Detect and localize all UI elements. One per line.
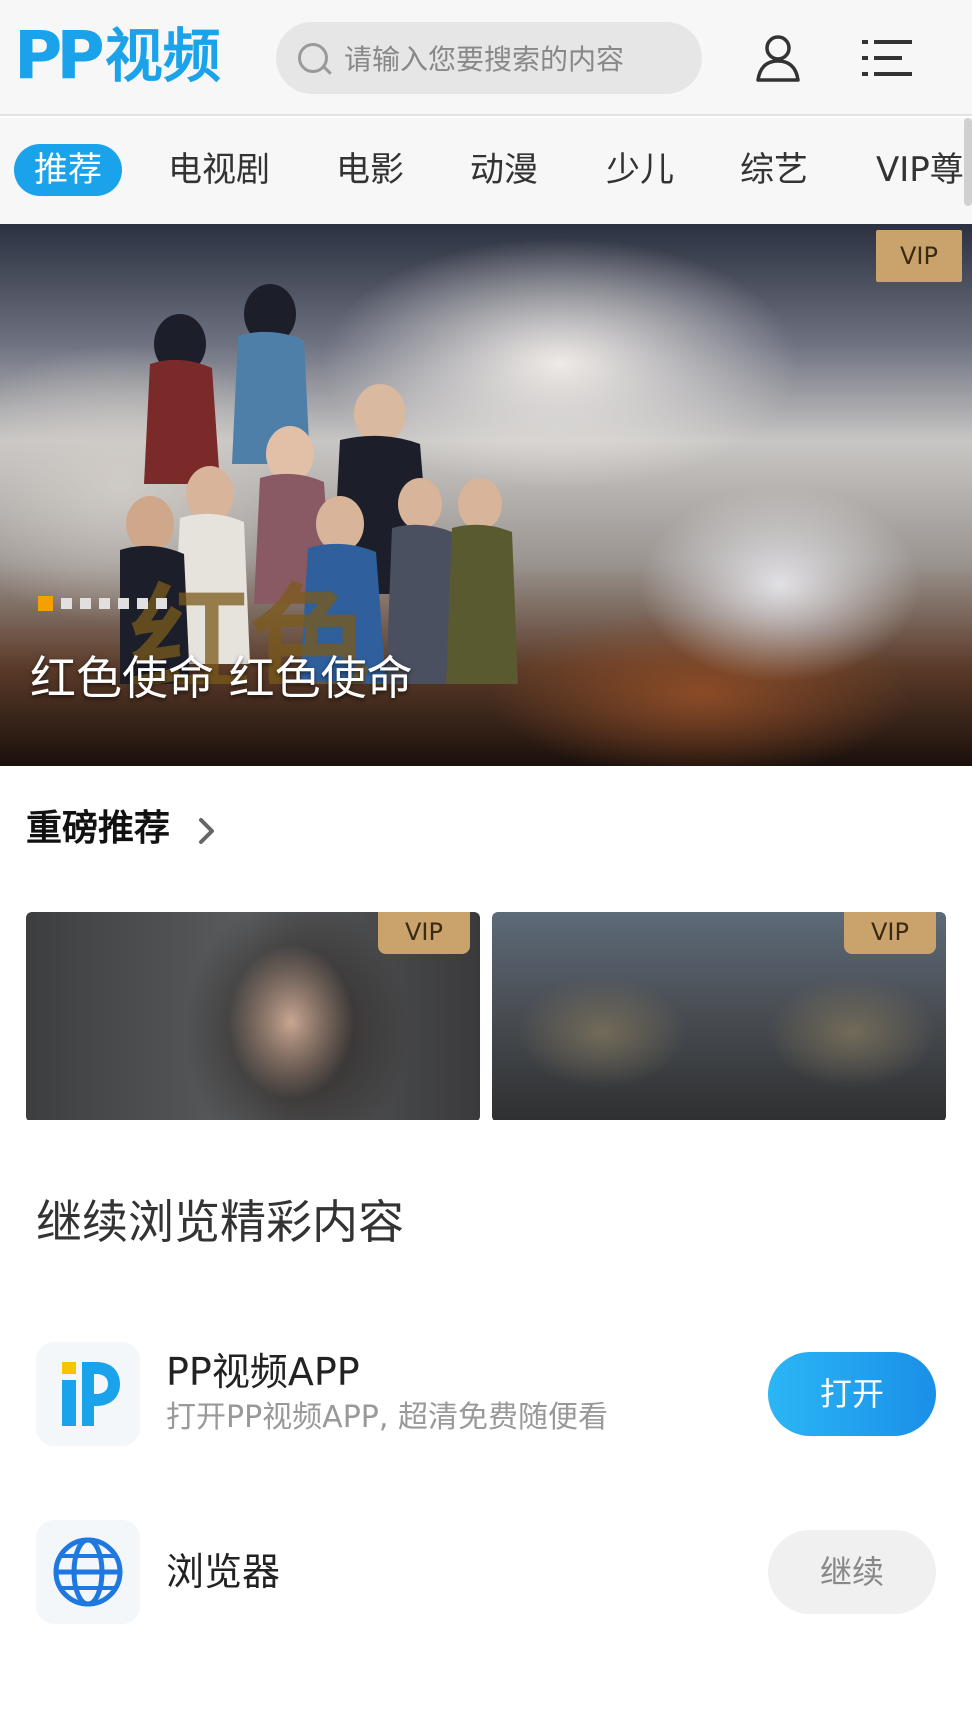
tab-vip[interactable]: VIP尊享 [876, 144, 972, 196]
banner-title: 红色使命 红色使命 [30, 651, 413, 705]
page: PP 视频 请输入您要搜索的内容 推荐 电视剧 电影 动漫 少儿 综艺 VIP尊… [0, 0, 972, 1728]
page-scrollbar[interactable] [964, 118, 972, 206]
vip-badge: VIP [844, 912, 936, 954]
open-app-button[interactable]: 打开 [768, 1352, 936, 1436]
video-card[interactable]: VIP [26, 912, 480, 1122]
option-pp-app[interactable]: PP视频APP 打开PP视频APP, 超清免费随便看 打开 [36, 1342, 936, 1446]
logo-mark: PP [14, 17, 105, 94]
open-with-sheet: 继续浏览精彩内容 PP视频APP 打开PP视频APP, 超清免费随便看 打开 浏… [0, 1120, 972, 1728]
logo-text: 视频 [104, 22, 221, 90]
logo[interactable]: PP 视频 [14, 17, 221, 94]
carousel-dot[interactable] [156, 598, 167, 609]
option-name: PP视频APP [166, 1350, 360, 1394]
carousel-dot[interactable] [118, 598, 129, 609]
tab-variety[interactable]: 综艺 [740, 144, 808, 196]
header: PP 视频 请输入您要搜索的内容 [0, 0, 972, 116]
option-name: 浏览器 [166, 1550, 281, 1594]
user-icon[interactable] [752, 32, 804, 84]
search-bar[interactable]: 请输入您要搜索的内容 [276, 22, 702, 94]
continue-button[interactable]: 继续 [768, 1530, 936, 1614]
option-description: 打开PP视频APP, 超清免费随便看 [166, 1400, 608, 1435]
carousel-dot[interactable] [61, 598, 72, 609]
sheet-title: 继续浏览精彩内容 [36, 1195, 404, 1249]
carousel-dot[interactable] [38, 596, 53, 611]
section-title[interactable]: 重磅推荐 [26, 806, 170, 852]
vip-badge: VIP [378, 912, 470, 954]
search-placeholder: 请输入您要搜索的内容 [344, 43, 625, 76]
menu-icon[interactable] [862, 38, 914, 78]
search-icon [298, 43, 328, 73]
category-tabs: 推荐 电视剧 电影 动漫 少儿 综艺 VIP尊享 [0, 118, 972, 224]
carousel-dot[interactable] [99, 598, 110, 609]
carousel-dot[interactable] [80, 598, 91, 609]
option-browser[interactable]: 浏览器 继续 [36, 1520, 936, 1624]
tab-movies[interactable]: 电影 [336, 144, 404, 196]
banner-poster-art: 红色 [120, 284, 518, 684]
banner-carousel[interactable]: 红色 VIP 红色使命 红色使命 [0, 224, 972, 766]
tab-anime[interactable]: 动漫 [470, 144, 538, 196]
pp-app-icon [36, 1342, 140, 1446]
chevron-right-icon[interactable] [196, 816, 218, 846]
vip-badge: VIP [876, 230, 962, 282]
carousel-indicator [38, 596, 167, 611]
video-card[interactable]: VIP [492, 912, 946, 1122]
carousel-dot[interactable] [137, 598, 148, 609]
tab-kids[interactable]: 少儿 [606, 144, 674, 196]
tab-tv-series[interactable]: 电视剧 [168, 144, 270, 196]
tab-recommend[interactable]: 推荐 [14, 144, 122, 196]
globe-icon [36, 1520, 140, 1624]
